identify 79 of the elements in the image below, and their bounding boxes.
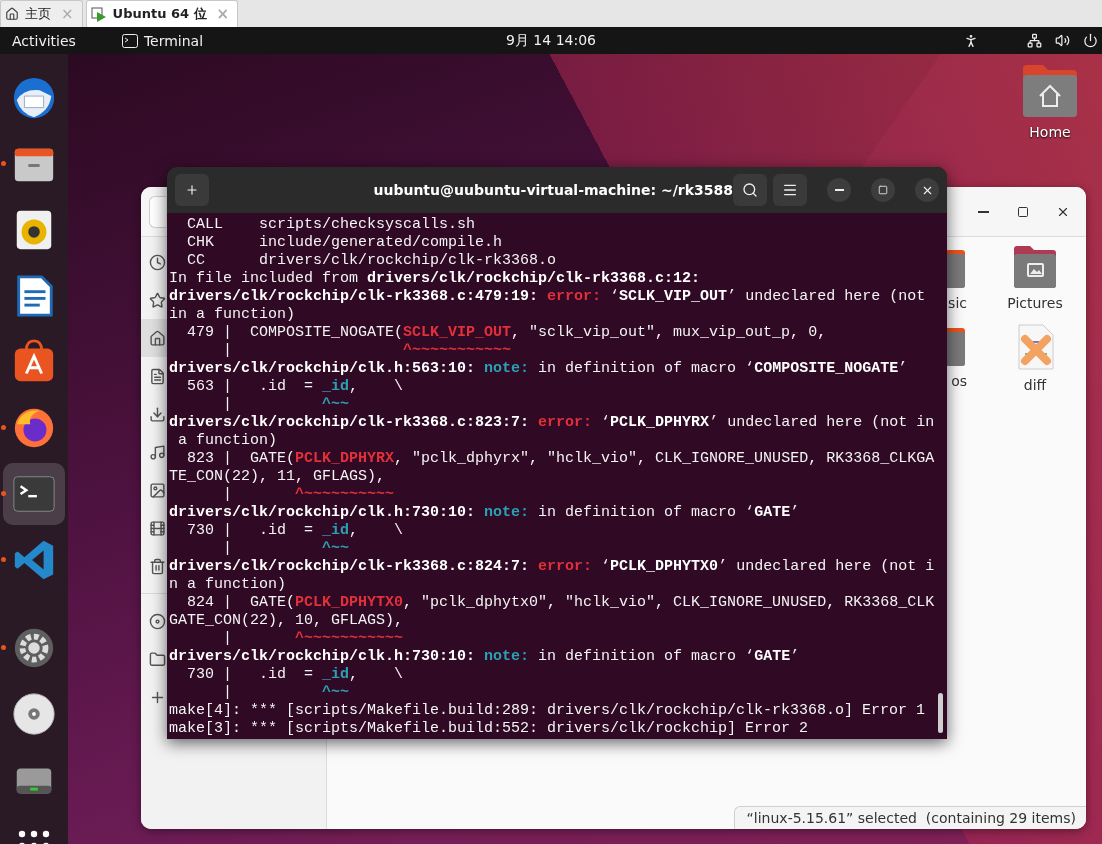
search-button[interactable] [733,174,767,206]
terminal-line: 479 | COMPOSITE_NOGATE(SCLK_VIP_OUT, "sclk_vip_out", mux_vip_out_p, 0, [186,324,828,342]
terminal-line: CALL scripts/checksyscalls.sh [186,216,477,234]
file-name[interactable]: os [951,373,967,389]
terminal-line: 824 | GATE(PCLK_DPHYTX0, "pclk_dphytx0", "hclk_vio", CLK_IGNORE_UNUSED, RK3368_CLK [186,594,936,612]
terminal-icon [121,33,138,48]
terminal-line: 730 | .id = _id, \ [186,522,405,540]
vm-tab[interactable]: 主页 × [0,0,83,27]
terminal-line: 823 | GATE(PCLK_DPHYRX, "pclk_dphyrx", "hclk_vio", CLK_IGNORE_UNUSED, RK3368_CLKGA [186,450,936,468]
terminal-line: | ^~~ [222,396,351,414]
terminal-line: | ^~~~~~~~~~~~ [222,342,513,360]
power-icon[interactable] [1083,33,1098,48]
maximize-icon [1017,205,1029,218]
terminal-line: | ^~~ [222,540,351,558]
vm-tab[interactable]: Ubuntu 64 位 × [85,0,239,27]
terminal-line: 563 | .id = _id, \ [186,378,405,396]
disc-icon [149,612,166,630]
terminal-line: CC drivers/clk/rockchip/clk-rk3368.o [186,252,558,270]
terminal-line: GATE_CON(22), 10, GFLAGS), [169,612,405,630]
home-icon [149,329,166,347]
virtual-machine-icon [90,6,107,22]
file-name[interactable]: sic [948,295,967,311]
menu-icon [782,182,798,198]
patch-file-icon [1015,323,1055,371]
maximize-button[interactable] [871,178,895,202]
clock[interactable]: 9月 14 14:06 [506,31,596,50]
close-button[interactable] [915,178,939,202]
pictures-icon [149,481,166,499]
trash-icon [149,557,166,575]
terminal-line: drivers/clk/rockchip/clk.h:730:10: note: in definition of macro ‘GATE’ [169,648,801,666]
terminal-line: In file included from drivers/clk/rockchip/clk-rk3368.c:12: [169,270,702,288]
network-icon[interactable] [1027,33,1042,48]
accessibility-icon[interactable] [963,32,979,49]
file-name[interactable]: Pictures [1007,295,1063,311]
file-name[interactable]: diff [1023,377,1047,393]
scrollbar-thumb[interactable] [938,693,943,733]
terminal-line: | ^~~~~~~~~~~ [222,486,396,504]
videos-icon [149,519,166,537]
new-tab-button[interactable] [175,174,209,206]
terminal-line: | ^~~~~~~~~~~~ [222,630,405,648]
terminal-line: make[4]: *** [scripts/Makefile.build:289: drivers/clk/rockchip/clk-rk3368.o] Error 1 [169,702,927,720]
plus-icon [185,183,199,197]
terminal-line: drivers/clk/rockchip/clk-rk3368.c:824:7: error: ‘PCLK_DPHYTX0’ undeclared here (not i [169,558,936,576]
maximize-icon [878,185,888,195]
terminal-line: in a function) [169,306,297,324]
terminal-line: TE_CON(22), 11, GFLAGS), [169,468,387,486]
terminal-line: drivers/clk/rockchip/clk-rk3368.c:823:7: error: ‘PCLK_DPHYRX’ undeclared here (not in [169,414,936,432]
mail-app-icon[interactable] [11,75,57,121]
home-icon [5,7,19,21]
terminal-line: drivers/clk/rockchip/clk-rk3368.c:479:19: error: ‘SCLK_VIP_OUT’ undeclared here (not [169,288,927,306]
app-menu[interactable]: Terminal [143,32,204,49]
documents-icon [149,367,166,385]
terminal-line: drivers/clk/rockchip/clk.h:563:10: note: in definition of macro ‘COMPOSITE_NOGATE’ [169,360,909,378]
terminal-line: make[3]: *** [scripts/Makefile.build:552: drivers/clk/rockchip] Error 2 [169,720,810,738]
disc-icon[interactable] [11,691,57,737]
window-title: uubuntu@uubuntu-virtual-machine: ~/rk3588 [373,182,733,198]
volume-icon[interactable] [1055,33,1070,48]
recent-icon [149,253,166,271]
folder-icon [149,650,166,668]
search-icon [742,182,758,198]
minimize-button[interactable] [827,178,851,202]
home-folder-icon[interactable] [1021,64,1079,118]
desktop-icon-label[interactable]: Home [1029,124,1071,140]
pictures-folder-icon [1012,245,1058,289]
sidebar-item[interactable] [141,319,167,357]
terminal-line: 730 | .id = _id, \ [186,666,405,684]
terminal-line: | ^~~ [222,684,351,702]
terminal-line: n a function) [169,576,288,594]
terminal-line: a function) [177,432,279,450]
minimize-icon [834,189,844,191]
starred-icon [149,291,166,309]
terminal-line: CHK include/generated/compile.h [186,234,504,252]
status-bar: “linux-5.15.61” selected (containing 29 items) [733,806,1086,829]
terminal-line: drivers/clk/rockchip/clk.h:730:10: note: in definition of macro ‘GATE’ [169,504,801,522]
activities-button[interactable]: Activities [12,32,76,49]
music-icon [149,443,166,461]
minimize-icon [977,210,989,213]
downloads-icon [149,405,166,423]
menu-button[interactable] [773,174,807,206]
